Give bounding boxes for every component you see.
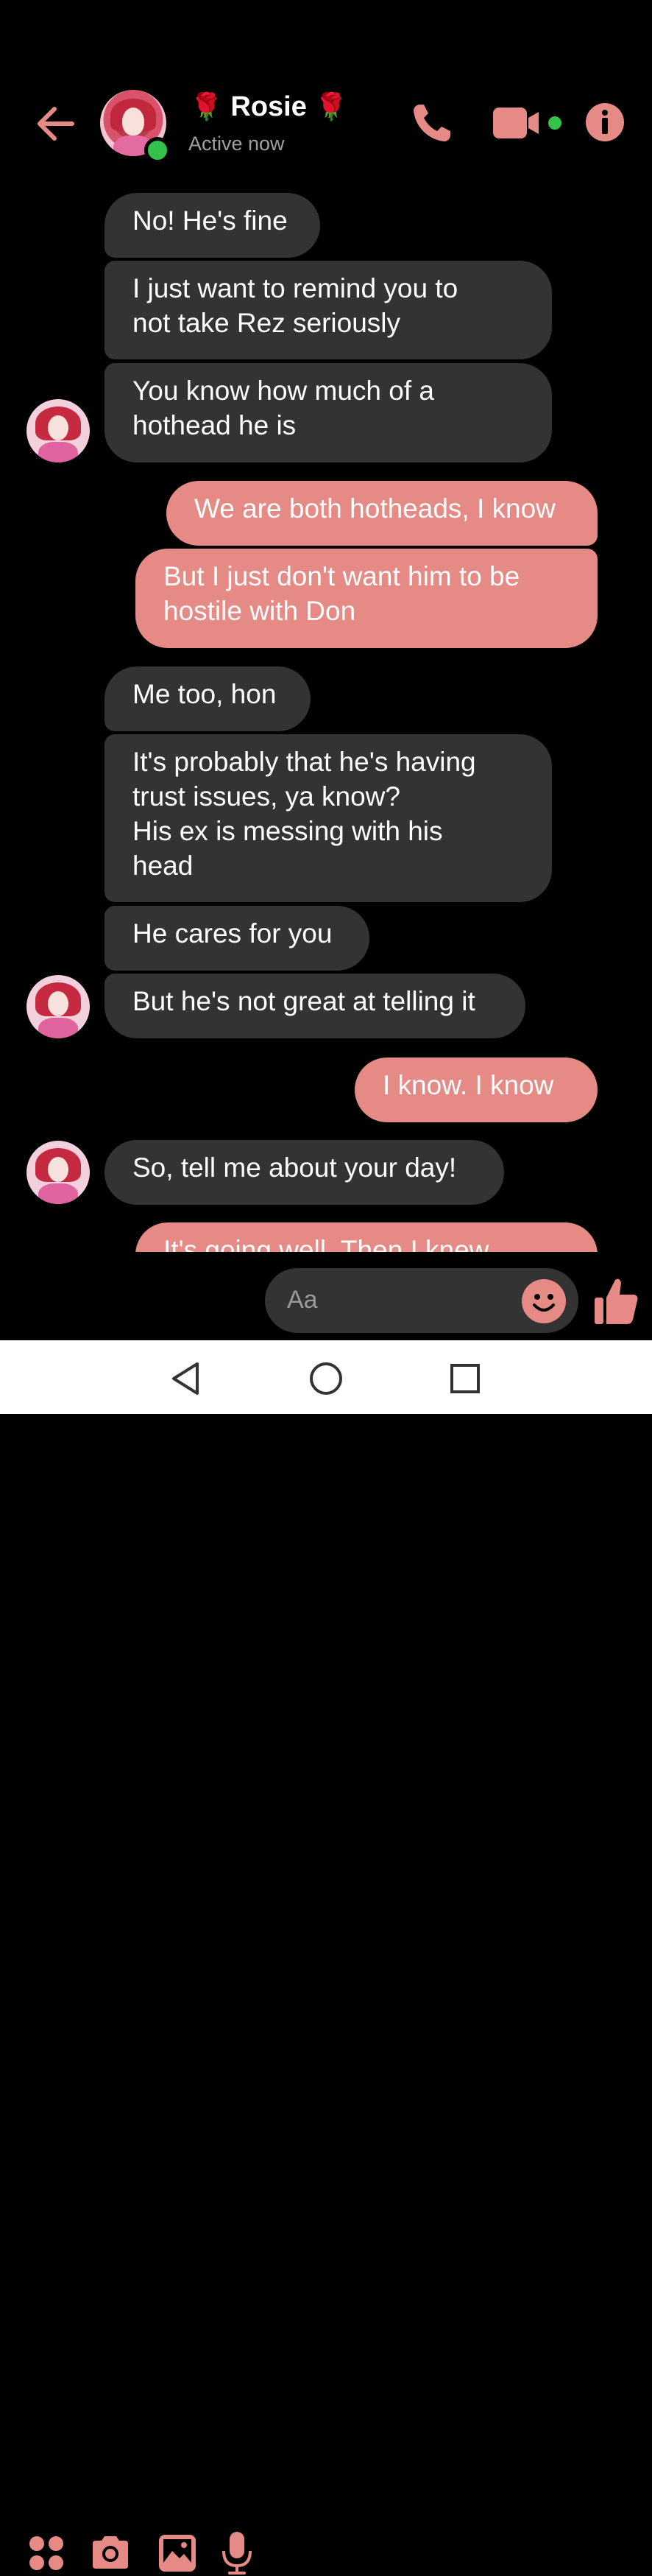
nav-recents-icon[interactable] — [443, 1356, 487, 1401]
message-bubble-incoming[interactable]: So, tell me about your day! — [104, 1140, 504, 1205]
apps-icon[interactable] — [28, 2535, 65, 2572]
contact-name[interactable]: 🌹 Rosie 🌹 — [190, 91, 347, 123]
nav-home-icon[interactable] — [304, 1356, 348, 1401]
message-bubble-incoming[interactable]: Me too, hon — [104, 666, 311, 731]
thumbs-up-icon[interactable] — [593, 1275, 640, 1326]
contact-avatar-small[interactable] — [26, 1141, 90, 1204]
system-nav-bar — [0, 1340, 652, 1414]
chat-header: 🌹 Rosie 🌹 Active now — [0, 0, 652, 184]
message-bubble-outgoing[interactable]: We are both hotheads, I know — [166, 481, 598, 546]
contact-avatar-small[interactable] — [26, 975, 90, 1038]
back-arrow-icon[interactable] — [32, 102, 79, 146]
nav-back-icon[interactable] — [165, 1356, 209, 1401]
emoji-icon[interactable] — [521, 1278, 567, 1324]
message-bubble-incoming[interactable]: No! He's fine — [104, 193, 320, 258]
message-bubble-incoming[interactable]: I just want to remind you to not take Re… — [104, 261, 552, 359]
message-bubble-incoming[interactable]: He cares for you — [104, 906, 369, 971]
gallery-icon[interactable] — [157, 2533, 197, 2573]
video-icon[interactable] — [493, 105, 567, 141]
online-status-dot — [144, 137, 171, 163]
phone-icon[interactable] — [409, 100, 455, 146]
rose-emoji-icon: 🌹 — [190, 91, 223, 122]
message-input-placeholder: Aa — [287, 1286, 318, 1314]
active-status: Active now — [188, 133, 285, 155]
camera-icon[interactable] — [90, 2533, 131, 2572]
contact-avatar-small[interactable] — [26, 399, 90, 462]
info-icon[interactable] — [584, 102, 626, 143]
message-bubble-incoming[interactable]: You know how much of a hothead he is — [104, 363, 552, 462]
microphone-icon[interactable] — [221, 2530, 253, 2576]
message-bubble-incoming[interactable]: But he's not great at telling it — [104, 974, 525, 1038]
contact-name-label: Rosie — [230, 91, 307, 122]
message-bubble-outgoing[interactable]: But I just don't want him to be hostile … — [135, 549, 598, 648]
message-bubble-outgoing[interactable]: I know. I know — [355, 1058, 598, 1122]
message-bubble-incoming[interactable]: It's probably that he's having trust iss… — [104, 734, 552, 902]
rose-emoji-icon: 🌹 — [314, 91, 348, 122]
